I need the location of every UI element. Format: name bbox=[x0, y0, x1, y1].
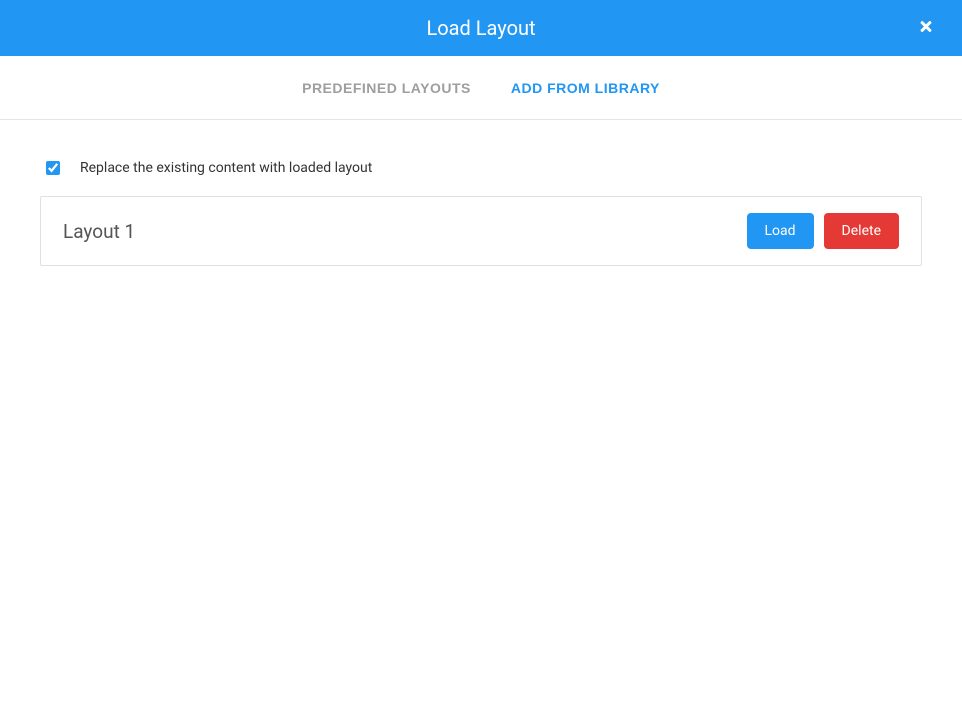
close-icon bbox=[918, 19, 934, 38]
modal-title: Load Layout bbox=[426, 16, 535, 40]
delete-button[interactable]: Delete bbox=[824, 213, 899, 249]
layout-actions: Load Delete bbox=[747, 213, 900, 249]
replace-checkbox[interactable] bbox=[46, 161, 60, 175]
tab-add-from-library[interactable]: Add From Library bbox=[511, 80, 660, 96]
layout-name: Layout 1 bbox=[63, 220, 135, 243]
content-area: Replace the existing content with loaded… bbox=[0, 120, 962, 715]
layout-card: Layout 1 Load Delete bbox=[40, 196, 922, 266]
load-button[interactable]: Load bbox=[747, 213, 814, 249]
load-layout-modal: Load Layout Predefined Layouts Add From … bbox=[0, 0, 962, 715]
tab-predefined-layouts[interactable]: Predefined Layouts bbox=[302, 80, 471, 96]
close-button[interactable] bbox=[914, 15, 938, 42]
replace-checkbox-row: Replace the existing content with loaded… bbox=[40, 160, 922, 176]
replace-checkbox-label: Replace the existing content with loaded… bbox=[80, 160, 372, 176]
modal-header: Load Layout bbox=[0, 0, 962, 56]
tab-bar: Predefined Layouts Add From Library bbox=[0, 56, 962, 120]
